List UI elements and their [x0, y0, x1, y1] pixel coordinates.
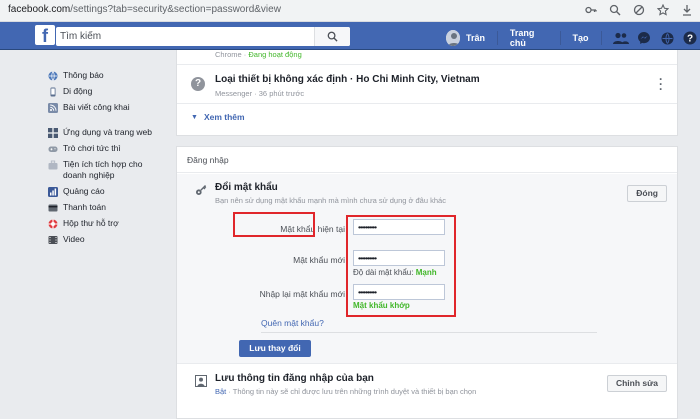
sidebar-item-label: Bài viết công khai	[63, 102, 130, 112]
facebook-top-bar: f Tìm kiếm Trân Trang chủ Tạo ?	[0, 22, 700, 50]
sidebar-item-label: Thông báo	[63, 70, 104, 80]
sidebar-item-label: Quảng cáo	[63, 186, 105, 196]
password-fields-highlight	[346, 215, 456, 317]
search-icon	[327, 31, 338, 42]
login-section-title: Đăng nhập	[177, 147, 677, 173]
sidebar-item-label: Video	[63, 234, 85, 244]
browser-address-bar[interactable]: facebook.com/settings?tab=security&secti…	[0, 0, 700, 22]
sidebar-item-payments[interactable]: Thanh toán	[48, 202, 168, 216]
support-icon	[48, 219, 58, 229]
sidebar-item-notifications[interactable]: Thông báo	[48, 70, 168, 84]
business-icon	[48, 160, 58, 170]
create-link[interactable]: Tạo	[573, 33, 589, 43]
sidebar-item-video[interactable]: Video	[48, 234, 168, 248]
zoom-icon[interactable]	[608, 3, 622, 17]
sidebar-item-public-posts[interactable]: Bài viết công khai	[48, 102, 168, 116]
notifications-icon[interactable]	[659, 30, 675, 46]
sidebar-group-2: Ứng dụng và trang web Trò chơi tức thì T…	[48, 127, 168, 248]
save-button-highlight	[233, 212, 315, 237]
session-row: ? Loại thiết bị không xác định · Ho Chi …	[177, 64, 677, 104]
key-icon[interactable]	[584, 3, 598, 17]
change-password-description: Bạn nên sử dụng mật khẩu mạnh mà mình ch…	[215, 196, 446, 205]
download-icon[interactable]	[680, 3, 694, 17]
session-title: Loại thiết bị không xác định · Ho Chi Mi…	[215, 74, 480, 85]
save-login-description-text: · Thông tin này sẽ chỉ được lưu trên nhữ…	[226, 387, 477, 396]
url-path: /settings?tab=security&section=password&…	[70, 4, 281, 15]
star-icon[interactable]	[656, 3, 670, 17]
save-login-info-row: Lưu thông tin đăng nhập của bạn Bật · Th…	[177, 365, 677, 419]
sidebar-item-apps-websites[interactable]: Ứng dụng và trang web	[48, 127, 168, 141]
sidebar-item-label: Di động	[63, 86, 93, 96]
see-more-label: Xem thêm	[203, 112, 245, 122]
sidebar-item-support-inbox[interactable]: Hộp thư hỗ trợ	[48, 218, 168, 232]
search-input[interactable]: Tìm kiếm	[60, 31, 101, 42]
url-host: facebook.com	[8, 4, 71, 15]
game-icon	[48, 144, 58, 154]
sidebar-item-mobile[interactable]: Di động	[48, 86, 168, 100]
shield-icon[interactable]	[632, 3, 646, 17]
session-subtitle: Messenger · 36 phút trước	[215, 89, 305, 98]
rss-icon	[48, 103, 58, 113]
sidebar-item-label: Hộp thư hỗ trợ	[63, 218, 119, 228]
video-icon	[48, 235, 58, 245]
save-changes-button[interactable]: Lưu thay đổi	[239, 340, 311, 357]
nav-divider	[497, 31, 498, 45]
sidebar-item-label: Thanh toán	[63, 202, 107, 212]
nav-divider	[559, 31, 561, 45]
previous-session-status: Đang hoạt động	[248, 50, 302, 59]
edit-button[interactable]: Chỉnh sửa	[606, 375, 667, 392]
settings-sidebar: Thông báo Di động Bài viết công khai Ứng…	[48, 70, 168, 259]
settings-main: Chrome · Đang hoạt động ? Loại thiết bị …	[176, 50, 678, 419]
facebook-logo[interactable]: f	[35, 25, 55, 45]
nav-divider	[600, 31, 602, 45]
key-icon	[195, 184, 207, 196]
sidebar-group-1: Thông báo Di động Bài viết công khai	[48, 70, 168, 116]
svg-text:?: ?	[687, 34, 693, 45]
save-login-description: Bật · Thông tin này sẽ chỉ được lưu trên…	[215, 387, 476, 396]
previous-session-device: Chrome	[215, 50, 242, 59]
sidebar-item-label: Tiện ích tích hợp cho doanh nghiệp	[63, 159, 143, 180]
user-card-icon	[195, 375, 207, 387]
url-text[interactable]: facebook.com/settings?tab=security&secti…	[8, 4, 281, 15]
new-password-label: Mật khẩu mới	[293, 255, 345, 265]
avatar[interactable]	[446, 30, 461, 46]
see-more-link[interactable]: ▼ Xem thêm	[191, 112, 245, 122]
confirm-password-label: Nhập lại mật khẩu mới	[259, 289, 345, 299]
sidebar-item-label: Ứng dụng và trang web	[63, 127, 153, 137]
payment-icon	[48, 203, 58, 213]
help-icon[interactable]: ?	[682, 30, 698, 46]
change-password-title: Đổi mật khẩu	[215, 182, 278, 193]
sidebar-item-business-integrations[interactable]: Tiện ích tích hợp cho doanh nghiệp	[48, 159, 168, 184]
apps-icon	[48, 128, 58, 138]
sidebar-item-label: Trò chơi tức thì	[63, 143, 121, 153]
previous-session-meta: Chrome · Đang hoạt động	[215, 50, 302, 59]
search-box[interactable]: Tìm kiếm	[56, 27, 350, 46]
save-login-title: Lưu thông tin đăng nhập của bạn	[215, 373, 374, 384]
ads-icon	[48, 187, 58, 197]
close-button[interactable]: Đóng	[627, 185, 667, 202]
home-link[interactable]: Trang chủ	[510, 28, 548, 48]
sidebar-item-ads[interactable]: Quảng cáo	[48, 186, 168, 200]
messenger-icon[interactable]	[636, 30, 652, 46]
mobile-icon	[48, 87, 58, 97]
more-options-icon[interactable]: · · ·	[659, 73, 663, 95]
globe-icon	[48, 71, 58, 81]
save-login-status[interactable]: Bật	[215, 387, 226, 396]
profile-link[interactable]: Trân	[466, 33, 485, 43]
friend-requests-icon[interactable]	[613, 30, 630, 46]
forgot-password-link[interactable]: Quên mật khẩu?	[261, 318, 324, 328]
sessions-card: Chrome · Đang hoạt động ? Loại thiết bị …	[176, 50, 678, 136]
divider	[261, 332, 597, 333]
sidebar-item-instant-games[interactable]: Trò chơi tức thì	[48, 143, 168, 157]
search-button[interactable]	[314, 27, 350, 46]
unknown-device-icon: ?	[191, 77, 205, 91]
chevron-down-icon: ▼	[191, 113, 198, 121]
